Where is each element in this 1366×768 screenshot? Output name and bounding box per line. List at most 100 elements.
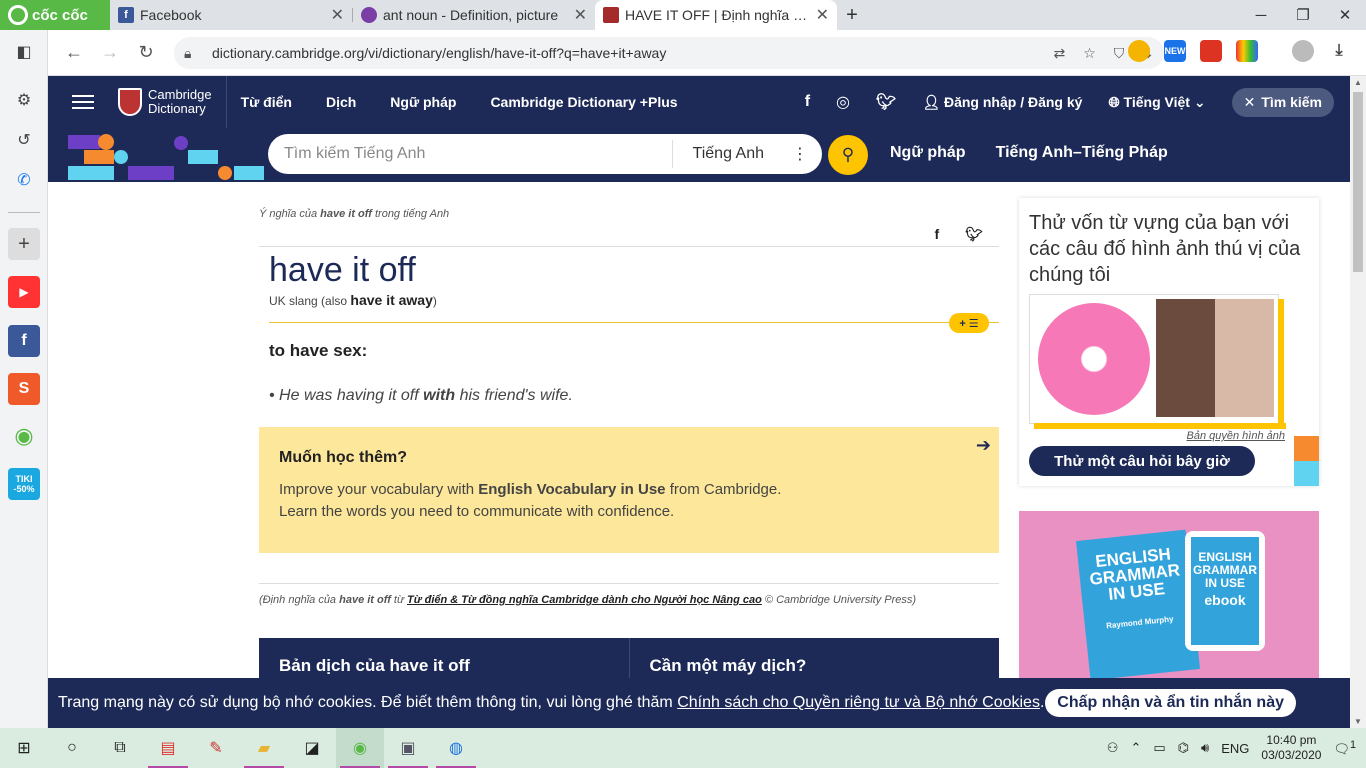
bookmark-star-icon[interactable]: ☆ [1083, 45, 1096, 62]
windows-start-icon[interactable]: ⊞ [0, 728, 48, 768]
tiki-icon[interactable]: TIKI -50% [8, 468, 40, 500]
search-input[interactable] [268, 145, 672, 163]
back-arrow-icon[interactable]: ← [56, 42, 92, 63]
quiz-image[interactable] [1029, 294, 1286, 429]
notifications-icon[interactable]: 🗨︎1 [1333, 739, 1356, 757]
minimize-icon[interactable]: ─ [1240, 0, 1282, 30]
battery-icon[interactable]: ▭ [1153, 740, 1165, 756]
nav-grammar[interactable]: Ngữ pháp [390, 94, 456, 110]
grammar-in-use-ad[interactable]: ENGLISH GRAMMAR IN USE Raymond Murphy ENGL… [1019, 511, 1319, 681]
brand-name: cốc cốc [32, 6, 88, 24]
new-ext-icon[interactable]: NEW [1164, 40, 1186, 62]
login-link[interactable]: 👤︎ Đăng nhập / Đăng ký [922, 94, 1082, 111]
tab-title: ant noun - Definition, picture [383, 7, 559, 23]
language-selector[interactable]: 🌐︎ Tiếng Việt ⌄ [1108, 94, 1205, 111]
shield-icon[interactable]: ⛉ [1114, 45, 1125, 62]
add-to-wordlist-button[interactable]: + ☰ [949, 313, 989, 333]
file-explorer-icon[interactable]: ▰ [240, 728, 288, 768]
profile-avatar[interactable] [1292, 40, 1314, 62]
shopee-icon[interactable]: S [8, 373, 40, 405]
taskbar-app-icon[interactable]: ▣ [384, 728, 432, 768]
reload-icon[interactable]: ↻ [128, 42, 164, 63]
share-twitter-icon[interactable]: 🐦︎ [965, 226, 983, 243]
sticky-notes-icon[interactable]: ◪ [288, 728, 336, 768]
input-language[interactable]: ENG [1221, 741, 1249, 756]
translate-icon[interactable]: ⇄ [1053, 45, 1065, 62]
taskbar-paint-icon[interactable]: ✎ [192, 728, 240, 768]
cambridge-logo[interactable]: Cambridge Dictionary [118, 76, 227, 128]
usage-label: UK slang (also have it away) [269, 292, 437, 308]
scroll-up-icon[interactable]: ▲ [1350, 78, 1366, 87]
add-app-icon[interactable]: + [8, 228, 40, 260]
people-icon[interactable]: ⚇ [1107, 740, 1119, 756]
close-window-icon[interactable]: ✕ [1324, 0, 1366, 30]
search-button[interactable]: ⚲ [828, 135, 868, 175]
image-credits-link[interactable]: Bản quyền hình ảnh [1187, 430, 1285, 442]
search-language-select[interactable]: Tiếng Anh ⋮ [671, 140, 822, 168]
coccoc-taskbar-icon[interactable]: ◉ [336, 728, 384, 768]
grammar-link[interactable]: Ngữ pháp [890, 144, 966, 162]
scroll-thumb[interactable] [1353, 92, 1363, 272]
messenger-icon[interactable]: ✆ [8, 164, 40, 196]
history-icon[interactable]: ↺ [8, 124, 40, 156]
red-ext-icon[interactable] [1200, 40, 1222, 62]
task-view-icon[interactable]: ⧉ [96, 728, 144, 768]
page-scrollbar[interactable]: ▲ ▼ [1350, 76, 1366, 728]
breadcrumb: Ý nghĩa của have it off trong tiếng Anh [259, 208, 450, 220]
tab-cambridge[interactable]: HAVE IT OFF | Định nghĩa trong ✕ [595, 0, 837, 30]
decor-dot [98, 134, 114, 150]
nav-translate[interactable]: Dịch [326, 94, 356, 110]
url-text: dictionary.cambridge.org/vi/dictionary/e… [212, 45, 667, 61]
nav-dictionary[interactable]: Từ điển [241, 94, 292, 110]
settings-gear-icon[interactable]: ⚙ [8, 84, 40, 116]
tab-facebook[interactable]: f Facebook ✕ [110, 0, 352, 30]
address-bar[interactable]: 🔒︎ dictionary.cambridge.org/vi/dictionar… [174, 37, 1164, 69]
arrow-right-icon[interactable]: ➔ [976, 435, 991, 456]
tab-strip: cốc cốc f Facebook ✕ ant noun - Definiti… [0, 0, 1366, 30]
hamburger-menu-icon[interactable] [48, 95, 118, 109]
notification-count: 1 [1349, 738, 1356, 751]
close-tab-icon[interactable]: ✕ [816, 5, 829, 25]
site-header: Cambridge Dictionary Từ điển Dịch Ngữ ph… [48, 76, 1350, 128]
close-tab-icon[interactable]: ✕ [574, 5, 587, 25]
restore-icon[interactable]: ❐ [1282, 0, 1324, 30]
search-circle-icon[interactable]: ○ [48, 728, 96, 768]
search-toggle-button[interactable]: ✕ Tìm kiếm [1231, 87, 1334, 117]
coccoc-menu-button[interactable]: cốc cốc [0, 0, 110, 30]
tray-chevron-up-icon[interactable]: ⌃ [1130, 740, 1141, 756]
english-french-link[interactable]: Tiếng Anh–Tiếng Pháp [996, 144, 1168, 162]
coccoc-app-icon[interactable]: ◉ [8, 420, 40, 452]
try-quiz-button[interactable]: Thử một câu hỏi bây giờ [1029, 446, 1255, 476]
twitter-icon[interactable]: 🐦︎ [876, 92, 896, 112]
new-tab-button[interactable]: + [837, 0, 867, 30]
logo-line2: Dictionary [148, 101, 206, 116]
forward-arrow-icon[interactable]: → [92, 42, 128, 63]
youtube-icon[interactable]: ▶ [8, 276, 40, 308]
learn-more-box[interactable]: ➔ Muốn học thêm? Improve your vocabulary… [259, 427, 999, 553]
citation: (Định nghĩa của have it off từ Từ điển &… [259, 594, 917, 606]
scroll-down-icon[interactable]: ▼ [1350, 717, 1366, 726]
clock[interactable]: 10:40 pm 03/03/2020 [1261, 733, 1321, 763]
learn-more-title: Muốn học thêm? [279, 449, 407, 466]
facebook-icon[interactable]: f [805, 93, 810, 111]
privacy-policy-link[interactable]: Chính sách cho Quyền riêng tư và Bộ nhớ … [677, 694, 1040, 711]
share-facebook-icon[interactable]: f [935, 226, 940, 243]
close-tab-icon[interactable]: ✕ [331, 5, 344, 25]
network-icon[interactable]: ⌬ [1178, 740, 1189, 756]
instagram-icon[interactable]: ◎ [836, 92, 850, 112]
logo-line1: Cambridge [148, 87, 212, 102]
color-ext-icon[interactable] [1236, 40, 1258, 62]
facebook-icon[interactable]: f [8, 325, 40, 357]
decor-dot [218, 166, 232, 180]
taskbar-app-icon[interactable]: ▤ [144, 728, 192, 768]
citation-link[interactable]: Từ điển & Từ đồng nghĩa Cambridge dành c… [407, 594, 762, 606]
sidebar-toggle-icon[interactable]: ◧ [8, 36, 40, 68]
accept-cookies-button[interactable]: Chấp nhận và ẩn tin nhắn này [1045, 689, 1296, 717]
nav-plus[interactable]: Cambridge Dictionary +Plus [490, 94, 677, 110]
downloads-icon[interactable]: ⤓ [1328, 40, 1350, 62]
tab-oxford[interactable]: ant noun - Definition, picture ✕ [353, 0, 595, 30]
chrome-ext-icon[interactable] [1128, 40, 1150, 62]
volume-icon[interactable]: 🔊︎ [1201, 740, 1209, 756]
windows-taskbar: ⊞ ○ ⧉ ▤ ✎ ▰ ◪ ◉ ▣ ◍ ⚇ ⌃ ▭ ⌬ 🔊︎ ENG 10:40… [0, 728, 1366, 768]
zalo-icon[interactable]: ◍ [432, 728, 480, 768]
